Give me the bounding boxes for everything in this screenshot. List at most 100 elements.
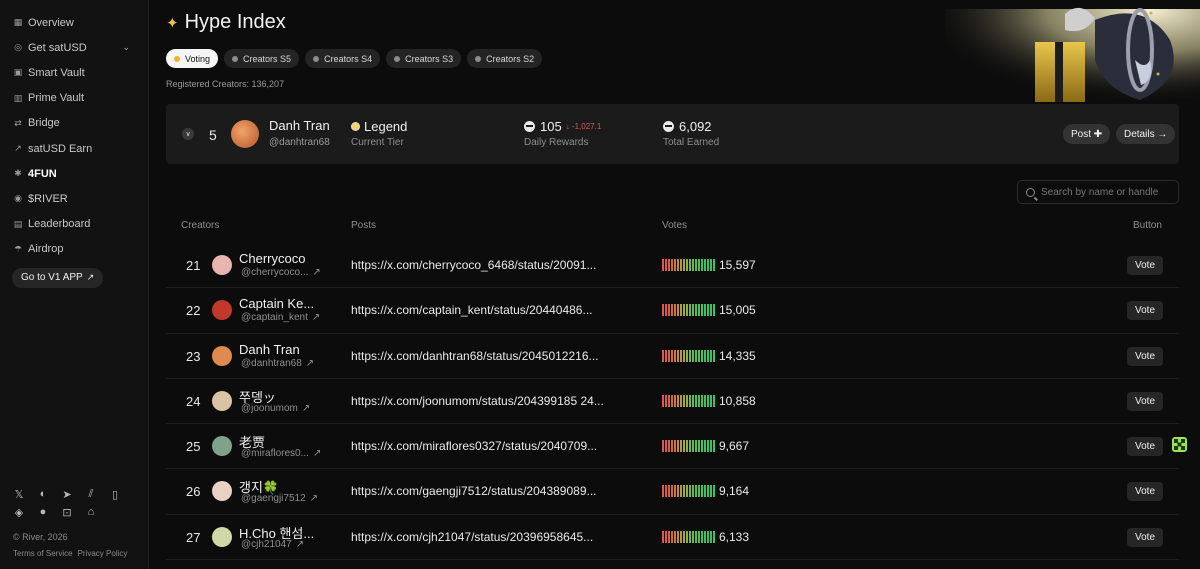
season-icon [232,55,239,62]
post-link[interactable]: https://x.com/danhtran68/status/20450122… [351,349,599,363]
vote-meter-bar [713,530,715,543]
registered-creators-count: Registered Creators: 136,207 [166,79,285,89]
post-button[interactable]: Post ✚ [1063,124,1111,144]
x-twitter-icon[interactable]: 𝕏 [13,488,25,501]
vote-meter-bar [674,349,676,362]
mirror-icon[interactable]: ⫽ [85,488,97,500]
discord-icon[interactable]: ◐ [37,488,49,500]
creators-table: 21 Cherrycoco @cherrycoco... ↗ https://x.… [166,243,1179,561]
vote-button[interactable]: Vote [1127,437,1164,457]
creator-handle-link[interactable]: @miraflores0... ↗ [241,448,321,459]
tab-creators-s2[interactable]: Creators S2 [467,49,543,68]
vote-meter-bar [692,394,694,407]
go-to-v1-button[interactable]: Go to V1 APP ↗ [12,267,104,288]
user-name: Danh Tran [269,118,330,133]
tab-label: Creators S4 [324,53,373,64]
tab-creators-s4[interactable]: Creators S4 [305,49,381,68]
sidebar-item-airdrop[interactable]: ☂ Airdrop [0,237,148,262]
vote-button[interactable]: Vote [1127,301,1164,321]
social-links: 𝕏 ◐ ➤ ⫽ ▯ ◈ ● ⊡ ⌂ [13,488,133,524]
vote-meter-bar [680,394,682,407]
copyright: © River, 2026 [13,532,68,542]
vote-meter-bar [686,349,688,362]
user-handle[interactable]: @danhtran68 [269,137,330,148]
vote-meter-bar [698,485,700,498]
vote-count: 15,597 [719,258,756,272]
season-icon [394,55,401,62]
sidebar-item-get-satusd[interactable]: ◎ Get satUSD ⌄ [0,35,148,60]
floating-widget-icon[interactable] [1172,437,1187,452]
post-link[interactable]: https://x.com/cjh21047/status/2039695864… [351,530,593,544]
creator-handle-link[interactable]: @danhtran68 ↗ [241,358,314,369]
creator-handle: @cjh21047 [241,538,292,550]
bank-icon[interactable]: ⌂ [85,506,97,518]
audit-icon[interactable]: ⊡ [61,506,73,519]
column-header-posts: Posts [351,220,377,231]
github-icon[interactable]: ● [37,506,49,518]
total-earned-label: Total Earned [663,137,720,148]
vote-meter-bar [689,349,691,362]
sidebar-item-label: $RIVER [28,192,68,205]
vote-meter-bar [692,485,694,498]
sidebar-item-4fun[interactable]: ✱ 4FUN [0,161,148,186]
vote-button[interactable]: Vote [1127,482,1164,502]
creator-handle-link[interactable]: @cjh21047 ↗ [241,539,304,550]
layers-icon[interactable]: ◈ [13,506,25,519]
creator-handle-link[interactable]: @cherrycoco... ↗ [241,267,321,278]
creator-handle-link[interactable]: @joonumom ↗ [241,403,310,414]
tab-voting[interactable]: Voting [166,49,219,68]
post-link[interactable]: https://x.com/miraflores0327/status/2040… [351,439,597,453]
vote-meter-bar [668,485,670,498]
sidebar-item-river[interactable]: ◉ $RIVER [0,186,148,211]
vote-meter-bar [662,259,664,271]
vote-button[interactable]: Vote [1127,527,1164,547]
vote-meter-bar [692,440,694,453]
vote-count: 9,164 [719,484,750,499]
vote-meter-bar [674,259,676,271]
creator-handle-link[interactable]: @gaengji7512 ↗ [241,493,318,504]
post-link[interactable]: https://x.com/cherrycoco_6468/status/200… [351,258,596,272]
vote-meter-bar [695,485,697,498]
vote-meter-bar [671,440,673,453]
chevron-down-icon[interactable]: ∨ [182,128,194,140]
vote-meter-bar [665,304,667,317]
chart-icon: ↗ [14,143,22,154]
vote-meter-bar [677,349,679,362]
sidebar-item-satusd-earn[interactable]: ↗ satUSD Earn [0,136,148,161]
chevron-down-icon[interactable]: ⌄ [122,42,130,53]
post-link[interactable]: https://x.com/gaengji7512/status/2043890… [351,484,597,498]
sidebar-item-prime-vault[interactable]: ▥ Prime Vault [0,86,148,111]
telegram-icon[interactable]: ➤ [61,488,73,501]
table-row: 24 쭈뎅ッ @joonumom ↗ https://x.com/joonumom… [166,379,1179,425]
vote-meter-bar [689,259,691,271]
tab-creators-s5[interactable]: Creators S5 [224,49,300,68]
vote-button[interactable]: Vote [1127,391,1164,411]
page-title: ✦ Hype Index [166,11,286,34]
vote-meter-bar [701,440,703,453]
vote-meter [662,259,715,271]
vote-button[interactable]: Vote [1127,256,1164,275]
sidebar-item-bridge[interactable]: ⇄ Bridge [0,111,148,136]
post-link[interactable]: https://x.com/joonumom/status/204399185 … [351,394,604,408]
privacy-link[interactable]: Privacy Policy [78,549,128,558]
details-button[interactable]: Details → [1116,124,1176,144]
sidebar-item-leaderboard[interactable]: ▤ Leaderboard [0,212,148,237]
creator-handle-link[interactable]: @captain_kent ↗ [241,312,320,323]
river-coin-icon: ◉ [14,193,22,204]
vote-button[interactable]: Vote [1127,346,1164,366]
terms-link[interactable]: Terms of Service [13,549,73,558]
search-input[interactable] [1041,186,1176,198]
tab-creators-s3[interactable]: Creators S3 [386,49,462,68]
vote-meter-bar [662,440,664,453]
external-link-icon: ↗ [312,448,322,460]
post-link[interactable]: https://x.com/captain_kent/status/204404… [351,303,592,317]
vote-meter-bar [686,304,688,317]
vote-meter-bar [668,349,670,362]
sidebar: ▦ Overview ◎ Get satUSD ⌄ ▣ Smart Vault … [0,0,149,569]
vote-meter-bar [662,349,664,362]
vote-meter-bar [698,530,700,543]
sidebar-item-smart-vault[interactable]: ▣ Smart Vault [0,60,148,85]
vote-meter-bar [671,485,673,498]
docs-icon[interactable]: ▯ [109,488,121,501]
sidebar-item-overview[interactable]: ▦ Overview [0,10,148,35]
